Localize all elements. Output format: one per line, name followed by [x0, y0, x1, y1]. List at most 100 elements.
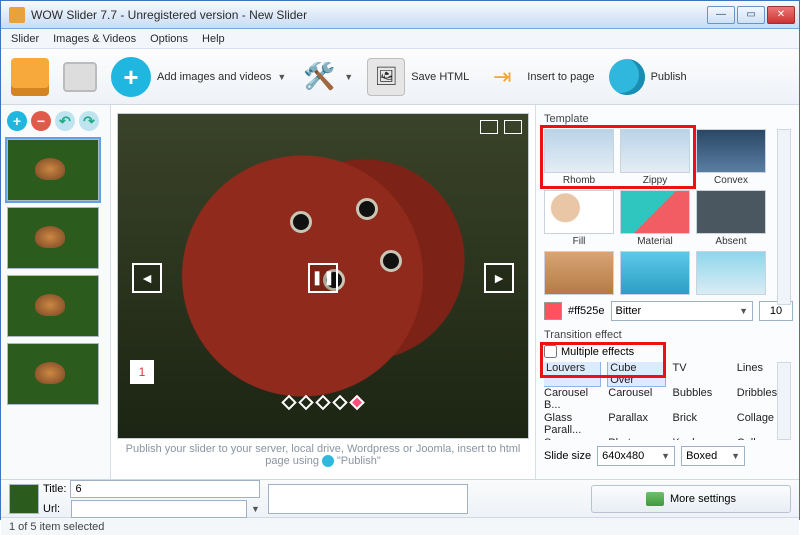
slide-pager	[284, 397, 363, 408]
rotate-right-button[interactable]: ↷	[79, 111, 99, 131]
chevron-down-icon[interactable]: ▼	[251, 504, 260, 514]
effect-item[interactable]: Kenburns	[673, 437, 729, 440]
template-absent[interactable]: Absent	[696, 190, 766, 247]
maximize-button[interactable]: ▭	[737, 6, 765, 24]
plus-icon: +	[111, 57, 151, 97]
insert-page-label: Insert to page	[527, 71, 594, 83]
menubar: Slider Images & Videos Options Help	[1, 29, 799, 49]
app-icon	[9, 7, 25, 23]
next-slide-button[interactable]: ►	[484, 263, 514, 293]
effect-item[interactable]: Carousel B...	[544, 387, 600, 411]
chevron-down-icon: ▼	[731, 451, 740, 461]
selection-status: 1 of 5 item selected	[9, 521, 104, 533]
insert-icon: ⇥	[483, 58, 521, 96]
thumbnail-3[interactable]	[7, 275, 99, 337]
thumbnail-panel: + − ↶ ↷	[1, 105, 111, 479]
disk-icon	[63, 62, 97, 92]
pager-dot[interactable]	[281, 394, 297, 410]
template-scrollbar[interactable]	[777, 129, 791, 305]
effect-item[interactable]: Glass Parall...	[544, 412, 600, 436]
effects-scrollbar[interactable]	[777, 362, 791, 440]
template-convex[interactable]: Convex	[696, 129, 766, 186]
effect-item[interactable]: Brick	[673, 412, 729, 436]
slide-size-label: Slide size	[544, 450, 591, 462]
publish-button[interactable]: Publish	[609, 59, 687, 95]
font-combo[interactable]: Bitter▼	[611, 301, 753, 321]
expand-icon[interactable]	[480, 120, 498, 134]
disk-button[interactable]	[63, 62, 97, 92]
close-button[interactable]: ✕	[767, 6, 795, 24]
effect-item[interactable]: Bubbles	[673, 387, 729, 411]
color-hex: #ff525e	[568, 305, 605, 317]
template-more-1[interactable]	[544, 251, 614, 295]
properties-button[interactable]: 🛠️ ▼	[300, 58, 353, 96]
preview-panel: ◄ ❚❚ ► 1 Publish your slider to your ser…	[111, 105, 535, 479]
rotate-left-button[interactable]: ↶	[55, 111, 75, 131]
highlight-templates	[540, 125, 696, 189]
remove-slide-button[interactable]: −	[31, 111, 51, 131]
publish-hint: Publish your slider to your server, loca…	[117, 439, 529, 471]
slide-size-combo[interactable]: 640x480▼	[597, 446, 675, 466]
folder-open-icon	[11, 58, 49, 96]
template-section-label: Template	[544, 113, 793, 125]
menu-slider[interactable]: Slider	[11, 33, 39, 45]
slide-preview: ◄ ❚❚ ► 1	[117, 113, 529, 439]
url-label: Url:	[43, 503, 67, 515]
chevron-down-icon: ▼	[344, 72, 353, 82]
menu-images-videos[interactable]: Images & Videos	[53, 33, 136, 45]
template-fill[interactable]: Fill	[544, 190, 614, 247]
more-settings-button[interactable]: More settings	[591, 485, 791, 513]
add-images-label: Add images and videos	[157, 71, 271, 83]
chevron-down-icon: ▼	[739, 306, 748, 316]
save-icon: 🖼	[367, 58, 405, 96]
template-more-2[interactable]	[620, 251, 690, 295]
window-title: WOW Slider 7.7 - Unregistered version - …	[31, 8, 707, 22]
thumbnail-1[interactable]	[7, 139, 99, 201]
save-html-button[interactable]: 🖼 Save HTML	[367, 58, 469, 96]
pager-dot[interactable]	[315, 394, 331, 410]
fit-mode-combo[interactable]: Boxed▼	[681, 446, 745, 466]
pager-dot[interactable]	[298, 394, 314, 410]
transition-section-label: Transition effect	[544, 329, 793, 341]
bottom-bar: Title: 6 Url: ▼ More settings	[1, 479, 799, 517]
menu-options[interactable]: Options	[150, 33, 188, 45]
pause-button[interactable]: ❚❚	[308, 263, 338, 293]
url-field[interactable]	[71, 500, 247, 518]
add-slide-button[interactable]: +	[7, 111, 27, 131]
highlight-effects	[540, 342, 666, 378]
publish-label: Publish	[651, 71, 687, 83]
thumbnail-4[interactable]	[7, 343, 99, 405]
globe-icon	[609, 59, 645, 95]
slide-number-badge: 1	[130, 360, 154, 384]
template-material[interactable]: Material	[620, 190, 690, 247]
title-label: Title:	[43, 483, 66, 495]
title-field[interactable]: 6	[70, 480, 260, 498]
selected-thumbnail	[9, 484, 39, 514]
fullscreen-icon[interactable]	[504, 120, 522, 134]
prev-slide-button[interactable]: ◄	[132, 263, 162, 293]
settings-image-icon	[646, 492, 664, 506]
color-swatch[interactable]	[544, 302, 562, 320]
chevron-down-icon: ▼	[277, 72, 286, 82]
add-images-button[interactable]: + Add images and videos ▼	[111, 57, 286, 97]
chevron-down-icon: ▼	[661, 451, 670, 461]
effect-item[interactable]: Parallax	[608, 412, 664, 436]
tools-icon: 🛠️	[300, 58, 338, 96]
publish-hint-icon	[322, 455, 334, 467]
open-button[interactable]	[11, 58, 49, 96]
minimize-button[interactable]: —	[707, 6, 735, 24]
menu-help[interactable]: Help	[202, 33, 225, 45]
insert-page-button[interactable]: ⇥ Insert to page	[483, 58, 594, 96]
effect-item[interactable]: Seven	[544, 437, 600, 440]
pager-dot-active[interactable]	[349, 394, 365, 410]
toolbar: + Add images and videos ▼ 🛠️ ▼ 🖼 Save HTML ⇥…	[1, 49, 799, 105]
pager-dot[interactable]	[332, 394, 348, 410]
effect-item[interactable]: Carousel	[608, 387, 664, 411]
description-field[interactable]	[268, 484, 468, 514]
effect-item[interactable]: TV	[673, 362, 729, 386]
effect-item[interactable]: Photo	[608, 437, 664, 440]
titlebar: WOW Slider 7.7 - Unregistered version - …	[1, 1, 799, 29]
save-html-label: Save HTML	[411, 71, 469, 83]
template-more-3[interactable]	[696, 251, 766, 295]
thumbnail-2[interactable]	[7, 207, 99, 269]
